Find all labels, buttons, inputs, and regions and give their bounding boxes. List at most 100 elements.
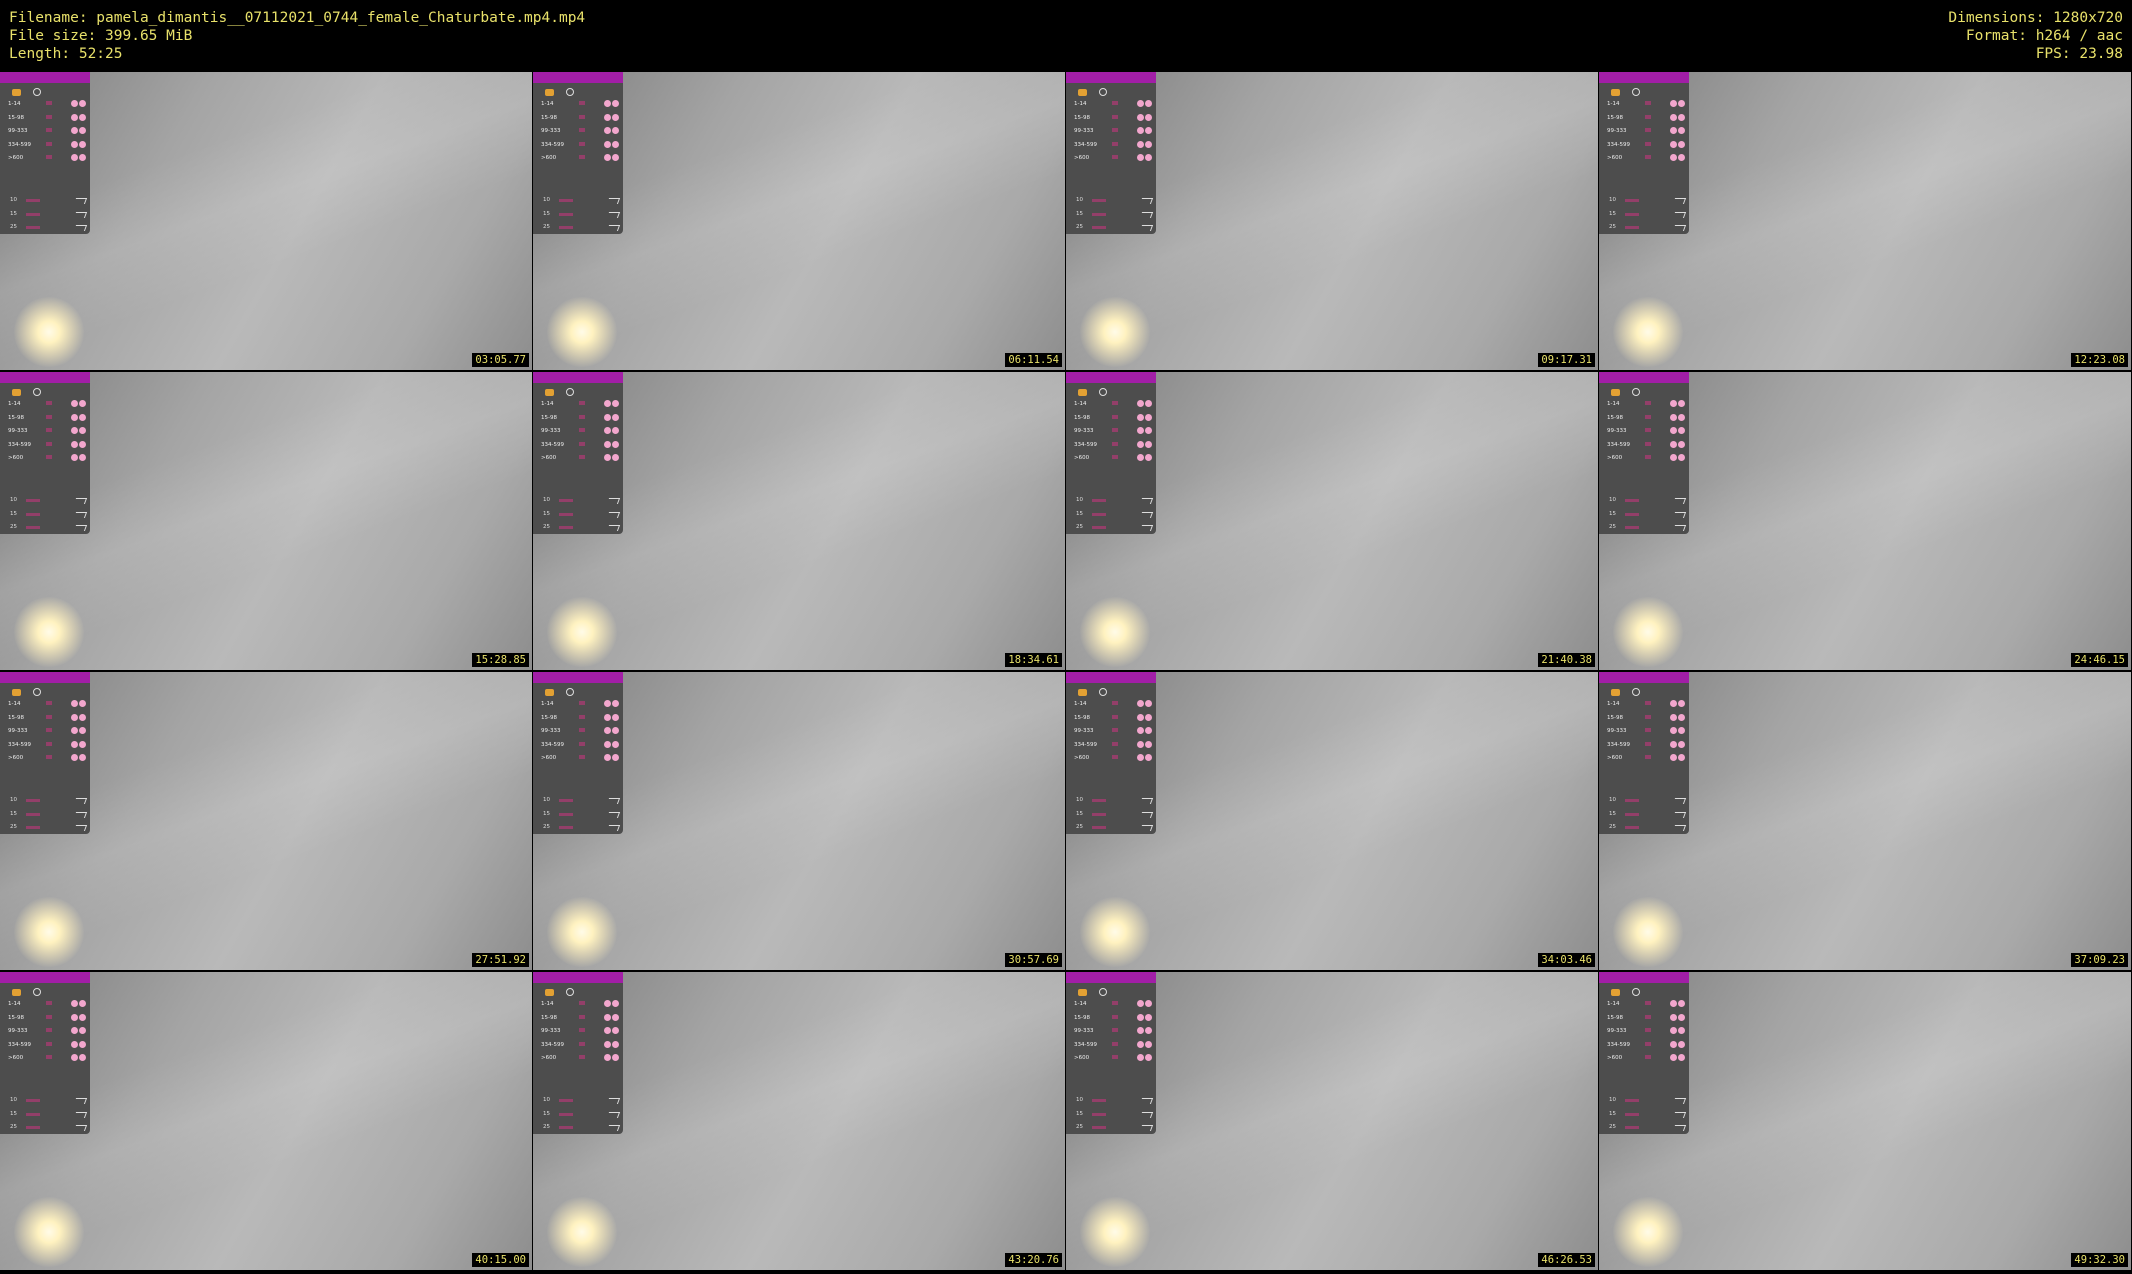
video-thumbnail[interactable]: 1-14 15-98 99-333 334-599 >600 10 15 25 37:09.23 [1599, 672, 2131, 970]
mode-value [1625, 826, 1639, 829]
tip-range-dots [1669, 1054, 1685, 1063]
tip-range-label: 99-333 [1607, 128, 1627, 134]
pink-dot-icon [1145, 440, 1152, 448]
mode-row: 25 [10, 524, 88, 532]
pink-dot-icon [1678, 1054, 1685, 1061]
tip-range-dots [1136, 713, 1152, 723]
tip-range-row: 1-14 [1074, 1000, 1152, 1009]
video-thumbnail[interactable]: 1-14 15-98 99-333 334-599 >600 10 15 25 43:20.76 [533, 972, 1065, 1270]
mode-label: 25 [10, 524, 17, 530]
tip-range-dots [70, 1027, 86, 1036]
mode-row: 25 [1076, 224, 1154, 232]
wave-icon [606, 825, 621, 831]
tip-range-label: >600 [541, 1055, 557, 1061]
video-thumbnail[interactable]: 1-14 15-98 99-333 334-599 >600 10 15 25 24:46.15 [1599, 372, 2131, 670]
pink-dot-icon [1137, 1000, 1144, 1007]
video-thumbnail[interactable]: 1-14 15-98 99-333 334-599 >600 10 15 25 27:51.92 [0, 672, 532, 970]
thumbnail-timestamp: 27:51.92 [472, 953, 529, 967]
tip-range-row: 99-333 [1607, 727, 1685, 736]
tip-range-label: 99-333 [1074, 128, 1094, 134]
file-info: Filename: pamela_dimantis__07112021_0744… [9, 9, 585, 63]
thumbnail-timestamp: 12:23.08 [2071, 353, 2128, 367]
panel-title-bar [533, 72, 623, 83]
mode-value [1092, 826, 1106, 829]
pink-dot-icon [79, 413, 86, 421]
video-thumbnail[interactable]: 1-14 15-98 99-333 334-599 >600 10 15 25 21:40.38 [1066, 372, 1598, 670]
mode-value [559, 1126, 573, 1129]
panel-icons [12, 988, 53, 998]
pink-dot-icon [1145, 700, 1152, 707]
tip-range-value [1645, 441, 1651, 446]
video-thumbnail[interactable]: 1-14 15-98 99-333 334-599 >600 10 15 25 46:26.53 [1066, 972, 1598, 1270]
tip-range-value [46, 414, 52, 419]
video-thumbnail[interactable]: 1-14 15-98 99-333 334-599 >600 10 15 25 40:15.00 [0, 972, 532, 1270]
mode-row: 10 [10, 797, 88, 805]
tip-range-dots [70, 154, 86, 163]
wave-icon [73, 825, 88, 831]
pink-dot-icon [1145, 140, 1152, 148]
tip-range-label: >600 [8, 1055, 24, 1061]
tip-range-row: 334-599 [1074, 140, 1152, 150]
tip-range-dots [603, 713, 619, 723]
mode-label: 15 [543, 810, 550, 817]
tip-range-row: 1-14 [1607, 1000, 1685, 1009]
thumbnail-timestamp: 43:20.76 [1005, 1253, 1062, 1267]
tip-range-label: 1-14 [1607, 101, 1620, 107]
pink-dot-icon [71, 100, 78, 107]
lamp-glow [14, 1197, 84, 1267]
tip-range-value [579, 455, 585, 459]
pink-dot-icon [1137, 454, 1144, 461]
mode-label: 25 [10, 1124, 17, 1130]
pink-dot-icon [71, 400, 78, 407]
lamp-glow [1613, 597, 1683, 667]
pink-dot-icon [71, 700, 78, 707]
pink-dot-icon [1670, 400, 1677, 407]
mode-row: 25 [1609, 824, 1687, 832]
video-thumbnail[interactable]: 1-14 15-98 99-333 334-599 >600 10 15 25 03:05.77 [0, 72, 532, 370]
tip-range-dots [1669, 154, 1685, 163]
video-thumbnail[interactable]: 1-14 15-98 99-333 334-599 >600 10 15 25 49:32.30 [1599, 972, 2131, 1270]
video-thumbnail[interactable]: 1-14 15-98 99-333 334-599 >600 10 15 25 15:28.85 [0, 372, 532, 670]
wave-icon [73, 198, 88, 204]
pink-dot-icon [1678, 427, 1685, 434]
video-thumbnail[interactable]: 1-14 15-98 99-333 334-599 >600 10 15 25 09:17.31 [1066, 72, 1598, 370]
video-thumbnail[interactable]: 1-14 15-98 99-333 334-599 >600 10 15 25 06:11.54 [533, 72, 1065, 370]
mode-value [1625, 812, 1639, 816]
clock-icon [1099, 88, 1107, 96]
panel-title-bar [1066, 672, 1156, 683]
panel-icons [12, 388, 53, 398]
tip-range-row: >600 [541, 754, 619, 763]
mode-value [1092, 1126, 1106, 1129]
pink-dot-icon [71, 754, 78, 761]
tip-range-label: >600 [541, 155, 557, 161]
pink-dot-icon [71, 454, 78, 461]
wave-icon [1672, 525, 1687, 531]
tip-range-value [1645, 401, 1651, 405]
tip-range-label: 15-98 [8, 414, 24, 421]
video-thumbnail[interactable]: 1-14 15-98 99-333 334-599 >600 10 15 25 12:23.08 [1599, 72, 2131, 370]
mode-label: 15 [543, 210, 550, 217]
tip-range-dots [70, 127, 86, 136]
tip-range-row: 99-333 [8, 1027, 86, 1036]
clock-icon [1099, 388, 1107, 396]
video-thumbnail[interactable]: 1-14 15-98 99-333 334-599 >600 10 15 25 18:34.61 [533, 372, 1065, 670]
mode-value [559, 499, 573, 502]
pink-dot-icon [1145, 454, 1152, 461]
mode-value [1625, 512, 1639, 516]
tip-range-value [1112, 114, 1118, 119]
video-thumbnail[interactable]: 1-14 15-98 99-333 334-599 >600 10 15 25 34:03.46 [1066, 672, 1598, 970]
mode-value [26, 826, 40, 829]
overlay-panel: 1-14 15-98 99-333 334-599 >600 10 15 25 [1066, 372, 1156, 534]
mode-value [559, 199, 573, 202]
tip-range-label: 334-599 [1074, 741, 1097, 748]
tip-range-label: 15-98 [1607, 414, 1623, 421]
video-thumbnail[interactable]: 1-14 15-98 99-333 334-599 >600 10 15 25 30:57.69 [533, 672, 1065, 970]
wave-icon [606, 798, 621, 804]
tip-range-label: 1-14 [1074, 401, 1087, 407]
wave-icon [73, 211, 88, 218]
tip-range-label: 99-333 [541, 728, 561, 734]
overlay-panel: 1-14 15-98 99-333 334-599 >600 10 15 25 [533, 372, 623, 534]
tip-range-value [579, 128, 585, 132]
panel-title-bar [1066, 372, 1156, 383]
tip-range-value [579, 1001, 585, 1005]
